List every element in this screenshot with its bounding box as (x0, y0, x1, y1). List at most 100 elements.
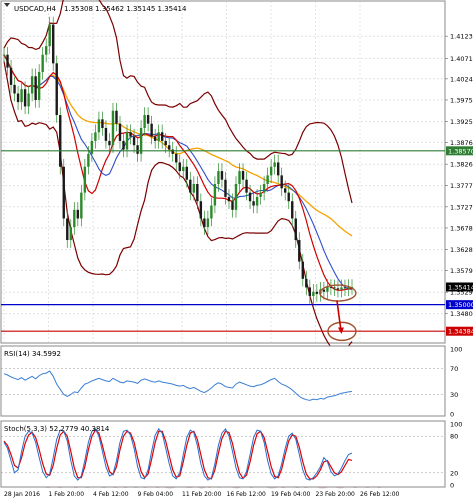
candle-body (298, 240, 301, 262)
candle-body (104, 127, 108, 141)
candle-body (206, 218, 210, 228)
candle-body (231, 201, 234, 210)
rsi-tick-label: 70 (450, 365, 458, 373)
candle-body (171, 149, 174, 154)
time-tick-label: 26 Feb 12:00 (360, 491, 400, 498)
candle-body (294, 218, 297, 241)
candle-body (87, 153, 90, 167)
time-axis: 28 Jan 2016 1 Feb 20:00 4 Feb 12:00 9 Feb 0… (4, 491, 400, 498)
price-tick-label: 1.34800 (450, 310, 473, 318)
rsi-tick-label: 0 (450, 411, 454, 419)
rsi-tick-label: 30 (450, 391, 458, 399)
support-label: 1.35000 (448, 301, 473, 309)
candle-body (55, 63, 58, 116)
candle-body (336, 288, 340, 290)
candle-body (238, 171, 241, 184)
candle-body (234, 183, 238, 210)
rsi-panel (0, 345, 446, 417)
time-tick-label: 19 Feb 04:00 (271, 491, 311, 498)
candle-body (178, 162, 181, 172)
candle-body (160, 132, 164, 141)
chart-header-ohlc: 1.35308 1.35462 1.35145 1.35414 (64, 5, 187, 13)
candle-body (59, 115, 62, 167)
candle-body (175, 153, 178, 163)
candle-body (108, 140, 111, 146)
candle-body (34, 76, 37, 100)
candle-body (192, 183, 196, 193)
price-tick-label: 1.35790 (450, 267, 473, 275)
candle-body (210, 205, 213, 219)
candle-body (266, 175, 269, 184)
candle-body (291, 201, 294, 219)
candle-body (153, 136, 157, 141)
candle-body (143, 115, 146, 128)
candle-body (287, 192, 290, 202)
candle-body (62, 166, 65, 219)
candle-body (252, 201, 255, 206)
candle-body (273, 162, 276, 167)
candle-body (80, 192, 83, 219)
candle-body (220, 171, 224, 180)
time-tick-label: 16 Feb 12:00 (227, 491, 267, 498)
candle-body (245, 179, 248, 193)
target-label: 1.34384 (448, 328, 473, 336)
price-tick-label: 1.39250 (450, 118, 473, 126)
rsi-tick-label: 100 (450, 346, 462, 354)
price-tick-label: 1.36780 (450, 224, 473, 232)
time-tick-label: 28 Jan 2016 (4, 491, 40, 498)
candle-body (23, 89, 27, 107)
candle-body (196, 183, 199, 202)
price-tick-label: 1.40240 (450, 75, 473, 83)
candle-body (241, 171, 245, 180)
candle-body (101, 119, 104, 128)
candle-body (97, 119, 101, 133)
candle-body (199, 201, 203, 219)
stoch-title: Stoch(5,3,3) 52.2779 40.3814 (4, 425, 110, 433)
candle-body (340, 287, 343, 290)
candle-body (146, 115, 150, 124)
time-tick-label: 11 Feb 20:00 (182, 491, 222, 498)
candle-body (164, 140, 167, 146)
candle-body (248, 192, 252, 202)
candle-body (343, 287, 347, 289)
candle-body (269, 166, 273, 176)
candle-body (157, 132, 160, 141)
candle-body (6, 54, 9, 68)
candle-body (94, 132, 97, 141)
candle-body (9, 67, 13, 85)
candle-body (20, 89, 23, 103)
chart-canvas: www.instaforex.com 1.412301.407101.40240… (0, 0, 473, 498)
price-tick-label: 1.37770 (450, 182, 473, 190)
stoch-tick-label: 0 (450, 482, 454, 490)
candle-body (259, 192, 262, 197)
price-tick-label: 1.38760 (450, 139, 473, 147)
candle-body (284, 188, 287, 193)
price-tick-label: 1.36280 (450, 246, 473, 254)
candle-body (122, 140, 125, 150)
candle-body (115, 110, 118, 124)
candle-body (329, 286, 333, 288)
rsi-title: RSI(14) 34.5992 (4, 350, 61, 358)
price-tick-label: 1.41230 (450, 33, 473, 41)
candle-body (139, 127, 143, 154)
price-tick-label: 1.39750 (450, 96, 473, 104)
candle-body (52, 24, 55, 64)
candle-body (90, 140, 94, 154)
candle-body (2, 54, 6, 56)
candle-body (255, 196, 259, 206)
candle-body (13, 84, 16, 94)
candle-body (182, 166, 185, 172)
time-tick-label: 9 Feb 04:00 (138, 491, 174, 498)
candle-body (315, 291, 319, 294)
candle-body (16, 93, 20, 103)
price-tick-label: 1.37270 (450, 203, 473, 211)
candle-body (312, 291, 315, 297)
candle-body (185, 166, 188, 180)
chart-window: www.instaforex.com 1.412301.407101.40240… (0, 0, 473, 500)
time-tick-label: 1 Feb 20:00 (49, 491, 85, 498)
candle-body (111, 110, 115, 146)
candle-body (301, 261, 304, 279)
stoch-tick-label: 20 (450, 469, 458, 477)
candle-body (322, 289, 326, 292)
candle-body (27, 93, 30, 107)
